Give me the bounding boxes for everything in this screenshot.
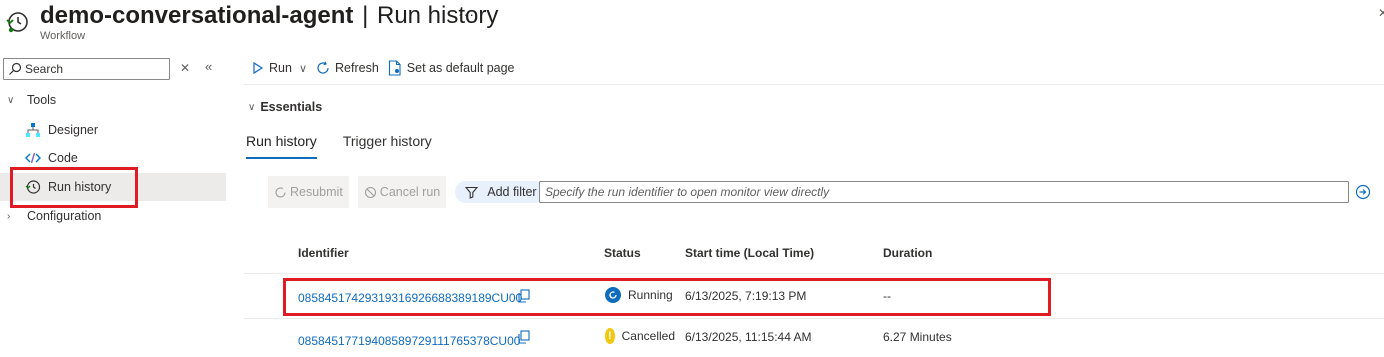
cancel-icon [364, 186, 376, 198]
run-actions: Resubmit Cancel run Add filter [268, 176, 552, 208]
divider [244, 273, 1384, 274]
sidebar-item-label: Tools [27, 93, 57, 107]
tab-run-history[interactable]: Run history [246, 133, 317, 159]
page-subtitle: Workflow [40, 30, 86, 42]
sidebar-item-label: Designer [48, 123, 99, 137]
add-filter-button[interactable]: Add filter [455, 181, 545, 203]
clear-search-icon[interactable]: ✕ [180, 61, 190, 75]
refresh-button[interactable]: Refresh [316, 61, 379, 75]
essentials-label: Essentials [260, 100, 323, 114]
resubmit-icon [275, 186, 286, 198]
divider [244, 84, 1384, 85]
status-text: Cancelled [621, 329, 675, 343]
filter-icon [465, 186, 479, 199]
warning-icon: ! [605, 328, 615, 344]
cancel-run-label: Cancel run [379, 185, 441, 199]
sidebar-group-tools[interactable]: ∨ Tools [0, 86, 226, 114]
column-header-duration[interactable]: Duration [883, 246, 932, 260]
status-badge: ! Cancelled [605, 328, 675, 344]
designer-icon [25, 122, 41, 138]
chevron-right-icon: › [7, 210, 11, 222]
tab-trigger-history[interactable]: Trigger history [343, 133, 432, 159]
start-time-cell: 6/13/2025, 11:15:44 AM [685, 330, 812, 344]
run-button[interactable]: Run ∨ [252, 61, 307, 75]
play-icon [253, 62, 264, 74]
command-bar: Run ∨ Refresh Set as default page [252, 57, 524, 79]
essentials-toggle[interactable]: ∨ Essentials [248, 100, 322, 114]
sidebar-item-label: Configuration [27, 209, 102, 223]
run-identifier-link[interactable]: 08584517719408589729111765378CU00 [298, 334, 520, 348]
chevron-down-icon: ∨ [7, 94, 15, 106]
collapse-sidebar-icon[interactable]: « [205, 59, 212, 74]
resubmit-button[interactable]: Resubmit [268, 176, 349, 208]
sidebar-item-designer[interactable]: Designer [0, 116, 226, 144]
search-input[interactable]: Search [25, 62, 63, 76]
tab-list: Run history Trigger history [246, 133, 458, 159]
resubmit-label: Resubmit [290, 185, 343, 199]
column-header-start-time[interactable]: Start time (Local Time) [685, 246, 814, 260]
chevron-down-icon: ∨ [248, 101, 256, 113]
more-options-button[interactable]: ··· [458, 6, 475, 22]
chevron-down-icon[interactable]: ∨ [299, 62, 307, 75]
page-name: Run history [376, 2, 499, 29]
search-icon [9, 62, 22, 75]
page-icon [388, 60, 401, 76]
page-title: demo-conversational-agent | Run history [40, 2, 498, 30]
copy-icon[interactable] [517, 330, 531, 344]
run-identifier-input[interactable] [539, 181, 1349, 203]
highlight-box-run-history [10, 167, 138, 208]
go-arrow-icon[interactable] [1355, 184, 1371, 200]
refresh-button-label: Refresh [335, 61, 379, 75]
sidebar-search-box[interactable]: Search [3, 58, 170, 80]
divider [244, 318, 1384, 319]
column-header-status[interactable]: Status [604, 246, 641, 260]
run-button-label: Run [269, 61, 292, 75]
workflow-run-history-icon [6, 12, 28, 33]
duration-cell: 6.27 Minutes [883, 330, 952, 344]
page-header: demo-conversational-agent | Run history … [0, 0, 1384, 50]
close-icon[interactable]: ✕ [1378, 6, 1384, 20]
cancel-run-button[interactable]: Cancel run [357, 176, 447, 208]
resource-name: demo-conversational-agent [40, 2, 354, 29]
set-default-page-button[interactable]: Set as default page [388, 60, 515, 76]
refresh-icon [317, 61, 329, 74]
highlight-box-running-row [283, 278, 1051, 316]
add-filter-label: Add filter [487, 185, 537, 199]
code-icon [25, 150, 41, 166]
column-header-identifier[interactable]: Identifier [298, 246, 349, 260]
title-separator: | [362, 2, 369, 29]
set-default-page-label: Set as default page [406, 61, 515, 75]
sidebar-item-label: Code [48, 151, 78, 165]
